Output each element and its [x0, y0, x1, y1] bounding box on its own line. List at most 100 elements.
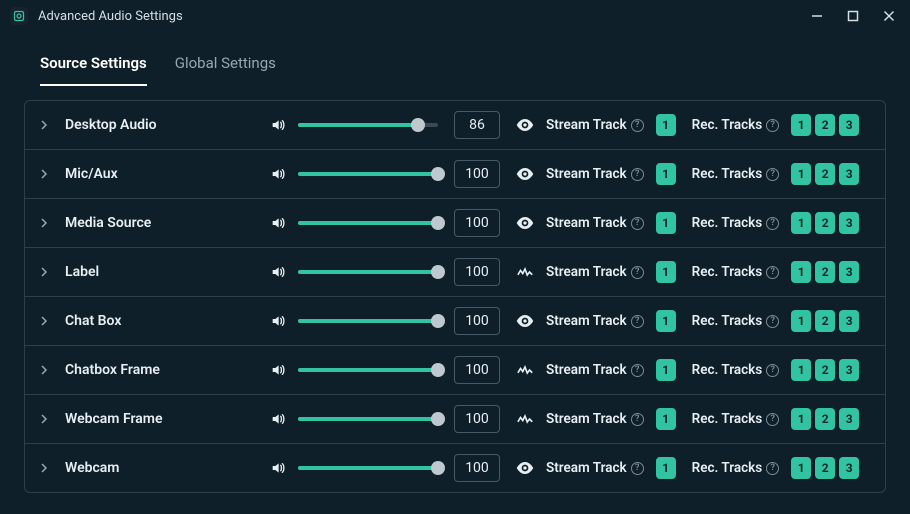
- rec-track-button[interactable]: 3: [839, 163, 859, 185]
- maximize-button[interactable]: [844, 7, 862, 25]
- speaker-icon[interactable]: [270, 264, 286, 280]
- monitor-output-icon[interactable]: [516, 265, 534, 279]
- minimize-button[interactable]: [808, 7, 826, 25]
- expand-toggle[interactable]: [39, 365, 49, 375]
- rec-track-button[interactable]: 3: [839, 212, 859, 234]
- stream-track-button[interactable]: 1: [656, 408, 676, 430]
- volume-slider[interactable]: [298, 313, 438, 329]
- tab-global-settings[interactable]: Global Settings: [175, 54, 276, 86]
- volume-slider[interactable]: [298, 264, 438, 280]
- rec-track-button[interactable]: 3: [839, 408, 859, 430]
- monitor-output-icon[interactable]: [516, 412, 534, 426]
- stream-track-button[interactable]: 1: [656, 212, 676, 234]
- rec-track-button[interactable]: 3: [839, 114, 859, 136]
- stream-track-button[interactable]: 1: [656, 359, 676, 381]
- rec-track-button[interactable]: 1: [791, 114, 811, 136]
- expand-toggle[interactable]: [39, 316, 49, 326]
- help-icon[interactable]: ?: [766, 413, 779, 426]
- rec-track-button[interactable]: 3: [839, 261, 859, 283]
- speaker-icon[interactable]: [270, 362, 286, 378]
- stream-track-button[interactable]: 1: [656, 261, 676, 283]
- rec-track-button[interactable]: 2: [815, 457, 835, 479]
- help-icon[interactable]: ?: [631, 413, 644, 426]
- rec-track-button[interactable]: 1: [791, 310, 811, 332]
- expand-toggle[interactable]: [39, 218, 49, 228]
- volume-input[interactable]: 100: [454, 454, 500, 482]
- stream-track-button[interactable]: 1: [656, 310, 676, 332]
- volume-slider[interactable]: [298, 411, 438, 427]
- volume-slider[interactable]: [298, 166, 438, 182]
- rec-track-button[interactable]: 2: [815, 310, 835, 332]
- help-icon[interactable]: ?: [766, 462, 779, 475]
- speaker-icon[interactable]: [270, 215, 286, 231]
- stream-track-label: Stream Track ?: [546, 313, 644, 329]
- close-button[interactable]: [880, 7, 898, 25]
- eye-icon[interactable]: [516, 216, 534, 230]
- speaker-icon[interactable]: [270, 460, 286, 476]
- volume-input[interactable]: 86: [454, 111, 500, 139]
- eye-icon[interactable]: [516, 167, 534, 181]
- rec-tracks-label: Rec. Tracks ?: [692, 117, 780, 133]
- help-icon[interactable]: ?: [766, 266, 779, 279]
- rec-track-button[interactable]: 3: [839, 457, 859, 479]
- eye-icon[interactable]: [516, 314, 534, 328]
- help-icon[interactable]: ?: [631, 119, 644, 132]
- rec-tracks-text: Rec. Tracks: [692, 264, 763, 280]
- help-icon[interactable]: ?: [631, 266, 644, 279]
- rec-track-button[interactable]: 1: [791, 261, 811, 283]
- monitor-output-icon[interactable]: [516, 363, 534, 377]
- help-icon[interactable]: ?: [766, 119, 779, 132]
- expand-toggle[interactable]: [39, 463, 49, 473]
- rec-track-button[interactable]: 1: [791, 408, 811, 430]
- help-icon[interactable]: ?: [766, 315, 779, 328]
- stream-track-buttons: 1: [656, 310, 676, 332]
- volume-input[interactable]: 100: [454, 307, 500, 335]
- help-icon[interactable]: ?: [631, 462, 644, 475]
- expand-toggle[interactable]: [39, 120, 49, 130]
- rec-tracks-text: Rec. Tracks: [692, 411, 763, 427]
- rec-track-button[interactable]: 2: [815, 359, 835, 381]
- stream-track-button[interactable]: 1: [656, 163, 676, 185]
- help-icon[interactable]: ?: [631, 315, 644, 328]
- speaker-icon[interactable]: [270, 166, 286, 182]
- window-controls: [808, 7, 898, 25]
- volume-input[interactable]: 100: [454, 356, 500, 384]
- volume-slider[interactable]: [298, 362, 438, 378]
- expand-toggle[interactable]: [39, 267, 49, 277]
- help-icon[interactable]: ?: [766, 364, 779, 377]
- volume-slider[interactable]: [298, 215, 438, 231]
- stream-track-button[interactable]: 1: [656, 457, 676, 479]
- rec-track-button[interactable]: 3: [839, 310, 859, 332]
- rec-track-button[interactable]: 2: [815, 114, 835, 136]
- source-row: Chatbox Frame 100 Stream Track ? 1 Rec. …: [25, 346, 885, 395]
- tab-source-settings[interactable]: Source Settings: [40, 54, 147, 86]
- expand-toggle[interactable]: [39, 169, 49, 179]
- help-icon[interactable]: ?: [631, 168, 644, 181]
- rec-track-button[interactable]: 2: [815, 163, 835, 185]
- rec-track-button[interactable]: 2: [815, 261, 835, 283]
- eye-icon[interactable]: [516, 461, 534, 475]
- help-icon[interactable]: ?: [631, 364, 644, 377]
- rec-track-button[interactable]: 3: [839, 359, 859, 381]
- volume-input[interactable]: 100: [454, 405, 500, 433]
- volume-slider[interactable]: [298, 117, 438, 133]
- stream-track-button[interactable]: 1: [656, 114, 676, 136]
- help-icon[interactable]: ?: [766, 168, 779, 181]
- volume-input[interactable]: 100: [454, 258, 500, 286]
- speaker-icon[interactable]: [270, 117, 286, 133]
- help-icon[interactable]: ?: [766, 217, 779, 230]
- rec-track-button[interactable]: 1: [791, 359, 811, 381]
- rec-track-button[interactable]: 2: [815, 212, 835, 234]
- expand-toggle[interactable]: [39, 414, 49, 424]
- rec-track-button[interactable]: 1: [791, 457, 811, 479]
- volume-input[interactable]: 100: [454, 209, 500, 237]
- rec-track-button[interactable]: 1: [791, 212, 811, 234]
- rec-track-button[interactable]: 2: [815, 408, 835, 430]
- help-icon[interactable]: ?: [631, 217, 644, 230]
- volume-slider[interactable]: [298, 460, 438, 476]
- eye-icon[interactable]: [516, 118, 534, 132]
- volume-input[interactable]: 100: [454, 160, 500, 188]
- speaker-icon[interactable]: [270, 313, 286, 329]
- speaker-icon[interactable]: [270, 411, 286, 427]
- rec-track-button[interactable]: 1: [791, 163, 811, 185]
